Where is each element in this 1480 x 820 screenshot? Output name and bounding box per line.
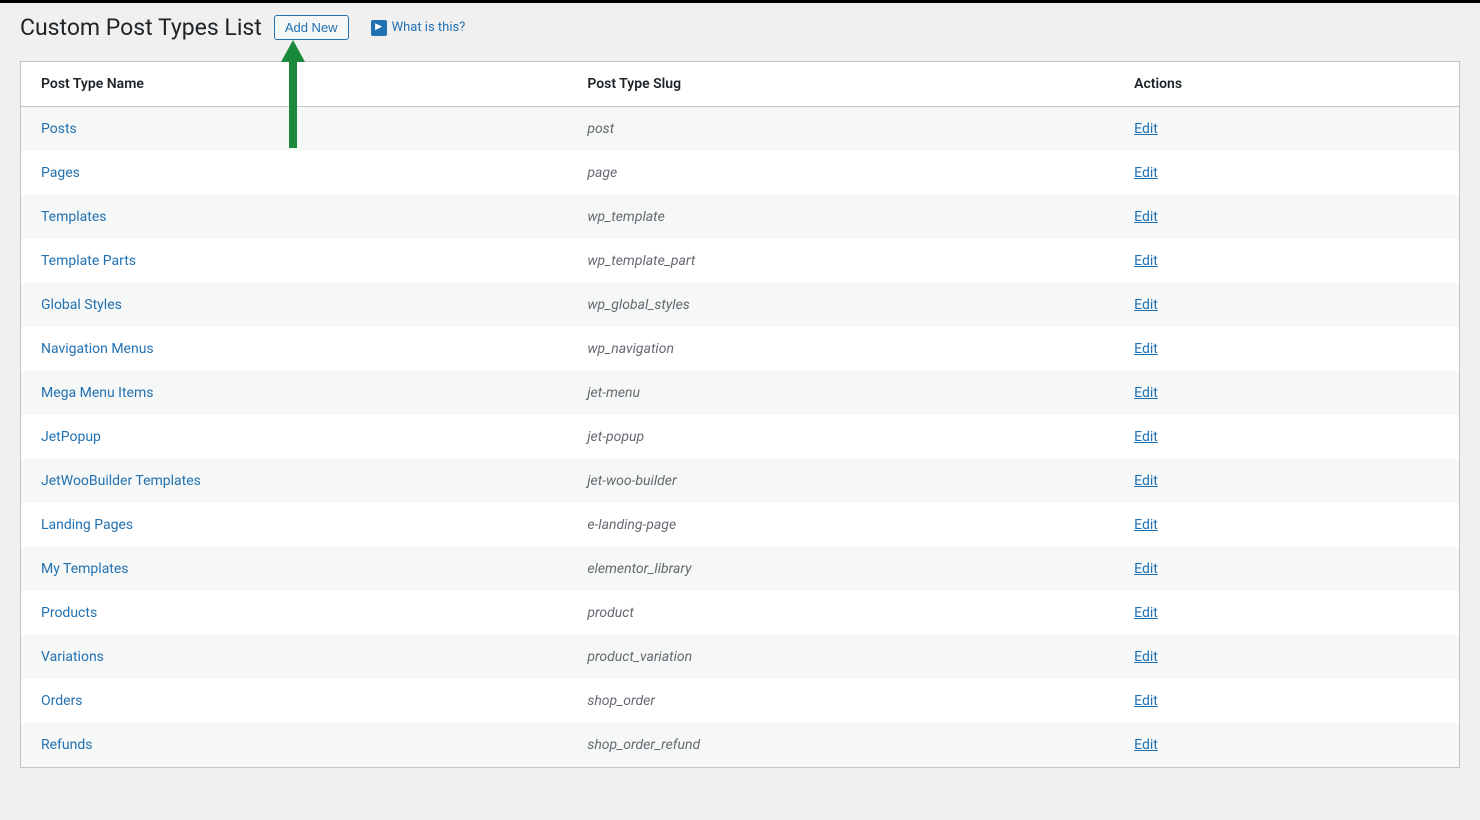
edit-link[interactable]: Edit xyxy=(1134,517,1158,533)
post-type-name-link[interactable]: JetPopup xyxy=(41,429,101,445)
column-header-name: Post Type Name xyxy=(21,61,568,106)
table-row: Templates wp_template Edit xyxy=(21,195,1460,239)
post-type-name-link[interactable]: Template Parts xyxy=(41,253,136,269)
column-header-actions: Actions xyxy=(1114,61,1459,106)
edit-link[interactable]: Edit xyxy=(1134,605,1158,621)
table-row: Orders shop_order Edit xyxy=(21,679,1460,723)
post-types-table: Post Type Name Post Type Slug Actions Po… xyxy=(20,61,1460,768)
what-is-this-link[interactable]: ▶ What is this? xyxy=(371,20,466,36)
edit-link[interactable]: Edit xyxy=(1134,341,1158,357)
post-type-slug: jet-popup xyxy=(567,415,1114,459)
edit-link[interactable]: Edit xyxy=(1134,429,1158,445)
post-type-slug: wp_template_part xyxy=(567,239,1114,283)
table-row: Global Styles wp_global_styles Edit xyxy=(21,283,1460,327)
edit-link[interactable]: Edit xyxy=(1134,253,1158,269)
post-type-slug: page xyxy=(567,151,1114,195)
post-type-slug: e-landing-page xyxy=(567,503,1114,547)
post-type-slug: jet-woo-builder xyxy=(567,459,1114,503)
table-row: JetPopup jet-popup Edit xyxy=(21,415,1460,459)
post-type-slug: wp_template xyxy=(567,195,1114,239)
table-row: Products product Edit xyxy=(21,591,1460,635)
edit-link[interactable]: Edit xyxy=(1134,561,1158,577)
table-row: Mega Menu Items jet-menu Edit xyxy=(21,371,1460,415)
post-type-name-link[interactable]: JetWooBuilder Templates xyxy=(41,473,201,489)
post-type-name-link[interactable]: Pages xyxy=(41,165,80,181)
table-row: Template Parts wp_template_part Edit xyxy=(21,239,1460,283)
post-type-name-link[interactable]: Landing Pages xyxy=(41,517,133,533)
post-type-slug: elementor_library xyxy=(567,547,1114,591)
post-type-name-link[interactable]: Templates xyxy=(41,209,107,225)
edit-link[interactable]: Edit xyxy=(1134,297,1158,313)
edit-link[interactable]: Edit xyxy=(1134,737,1158,753)
what-is-this-label: What is this? xyxy=(392,20,466,35)
page-title: Custom Post Types List xyxy=(20,13,262,43)
post-type-slug: product_variation xyxy=(567,635,1114,679)
edit-link[interactable]: Edit xyxy=(1134,385,1158,401)
page-header: Custom Post Types List Add New ▶ What is… xyxy=(20,13,1460,43)
table-row: Landing Pages e-landing-page Edit xyxy=(21,503,1460,547)
post-type-name-link[interactable]: Navigation Menus xyxy=(41,341,154,357)
table-row: Variations product_variation Edit xyxy=(21,635,1460,679)
edit-link[interactable]: Edit xyxy=(1134,165,1158,181)
post-type-slug: product xyxy=(567,591,1114,635)
post-type-name-link[interactable]: Global Styles xyxy=(41,297,122,313)
edit-link[interactable]: Edit xyxy=(1134,121,1158,137)
table-row: Posts post Edit xyxy=(21,106,1460,151)
post-type-name-link[interactable]: Posts xyxy=(41,121,77,137)
post-type-name-link[interactable]: Orders xyxy=(41,693,83,709)
add-new-button[interactable]: Add New xyxy=(274,15,349,40)
table-row: Pages page Edit xyxy=(21,151,1460,195)
column-header-slug: Post Type Slug xyxy=(567,61,1114,106)
post-type-name-link[interactable]: My Templates xyxy=(41,561,129,577)
post-type-name-link[interactable]: Variations xyxy=(41,649,104,665)
table-row: Refunds shop_order_refund Edit xyxy=(21,723,1460,768)
post-type-name-link[interactable]: Refunds xyxy=(41,737,93,753)
edit-link[interactable]: Edit xyxy=(1134,209,1158,225)
table-row: JetWooBuilder Templates jet-woo-builder Ed… xyxy=(21,459,1460,503)
post-type-slug: post xyxy=(567,106,1114,151)
post-type-slug: jet-menu xyxy=(567,371,1114,415)
table-row: Navigation Menus wp_navigation Edit xyxy=(21,327,1460,371)
table-row: My Templates elementor_library Edit xyxy=(21,547,1460,591)
post-type-name-link[interactable]: Mega Menu Items xyxy=(41,385,153,401)
edit-link[interactable]: Edit xyxy=(1134,693,1158,709)
post-type-slug: shop_order xyxy=(567,679,1114,723)
post-type-slug: shop_order_refund xyxy=(567,723,1114,768)
post-type-slug: wp_global_styles xyxy=(567,283,1114,327)
edit-link[interactable]: Edit xyxy=(1134,473,1158,489)
post-type-slug: wp_navigation xyxy=(567,327,1114,371)
post-type-name-link[interactable]: Products xyxy=(41,605,97,621)
play-icon: ▶ xyxy=(371,20,387,36)
table-header-row: Post Type Name Post Type Slug Actions xyxy=(21,61,1460,106)
edit-link[interactable]: Edit xyxy=(1134,649,1158,665)
